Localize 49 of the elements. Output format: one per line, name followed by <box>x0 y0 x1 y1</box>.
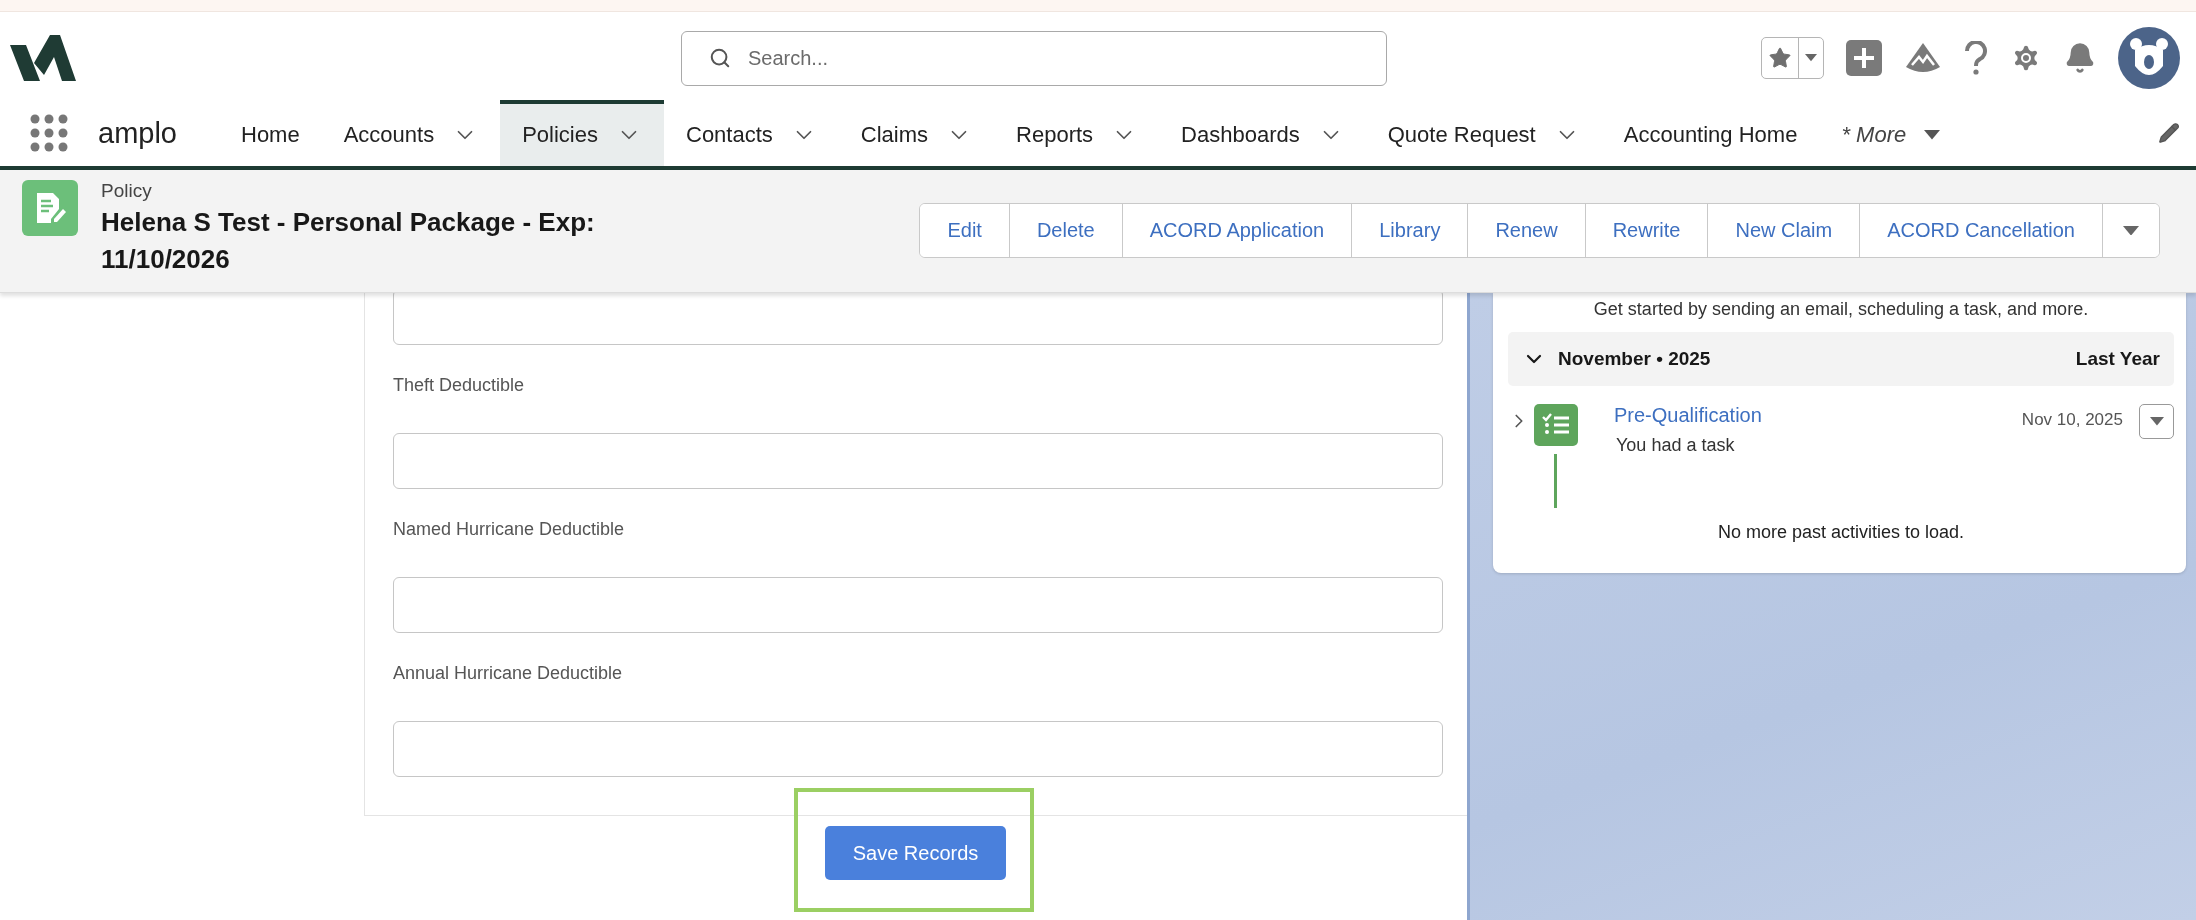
nav-tab[interactable]: Claims <box>838 100 995 166</box>
app-name: amplo <box>98 116 177 150</box>
timeline-line <box>1554 454 1557 508</box>
caret-icon <box>2123 225 2139 236</box>
nav-tab[interactable]: Reports <box>994 100 1160 166</box>
activity-footer: No more past activities to load. <box>1508 522 2174 543</box>
favorites-button[interactable] <box>1761 37 1824 79</box>
search-field[interactable]: Search... <box>681 30 1387 86</box>
nav-tab[interactable]: Policies <box>500 100 664 166</box>
nav-tab[interactable]: Accounts <box>321 100 501 166</box>
input-field[interactable] <box>393 721 1443 777</box>
activity-subtitle: You had a task <box>1616 435 1736 456</box>
save-button[interactable]: Save Records <box>824 826 1007 880</box>
input-field[interactable] <box>393 577 1443 633</box>
activity-intro: Get started by sending an email, scheduling a task, and more. <box>1592 298 2090 321</box>
nav-tab[interactable]: Dashboards <box>1159 100 1366 166</box>
nav-tab[interactable]: * More <box>1819 100 1963 166</box>
star-icon <box>1768 46 1792 70</box>
nav-tab[interactable]: Contacts <box>664 100 839 166</box>
nav-tab[interactable]: Home <box>219 100 322 166</box>
month-group-header[interactable]: November • 2025 Last Year <box>1508 332 2174 386</box>
task-icon <box>1534 404 1578 446</box>
action-button[interactable]: Edit <box>920 204 1010 257</box>
input-field[interactable] <box>393 433 1443 489</box>
logo-icon <box>10 35 76 81</box>
policy-icon <box>22 180 78 236</box>
help-icon[interactable] <box>1964 41 1988 75</box>
activity-link[interactable]: Pre-Qualification <box>1614 404 1762 427</box>
nav-tab[interactable]: Accounting Home <box>1601 100 1820 166</box>
activity-menu-button[interactable] <box>2139 404 2174 439</box>
app-launcher-icon[interactable] <box>30 114 68 152</box>
caret-icon <box>2149 417 2164 426</box>
mountain-icon[interactable] <box>1904 41 1942 75</box>
notifications-icon[interactable] <box>2064 42 2096 74</box>
record-title: Helena S Test - Personal Package - Exp: 11/10/2026 <box>101 206 596 276</box>
nav-tab[interactable]: Quote Request <box>1365 100 1602 166</box>
input-field[interactable] <box>393 293 1443 345</box>
field-label: Annual Hurricane Deductible <box>393 662 624 685</box>
record-type: Policy <box>101 180 153 202</box>
caret-icon <box>1805 54 1817 62</box>
caret-icon <box>1924 130 1941 140</box>
edit-icon[interactable] <box>2158 122 2180 144</box>
field-label: Theft Deductible <box>393 374 526 397</box>
activity-date: Nov 10, 2025 <box>2021 410 2123 430</box>
field-label: Named Hurricane Deductible <box>393 518 626 541</box>
group-period: Last Year <box>2075 348 2160 370</box>
add-icon[interactable] <box>1846 40 1882 76</box>
search-icon <box>709 46 731 69</box>
group-title: November • 2025 <box>1558 348 1711 370</box>
